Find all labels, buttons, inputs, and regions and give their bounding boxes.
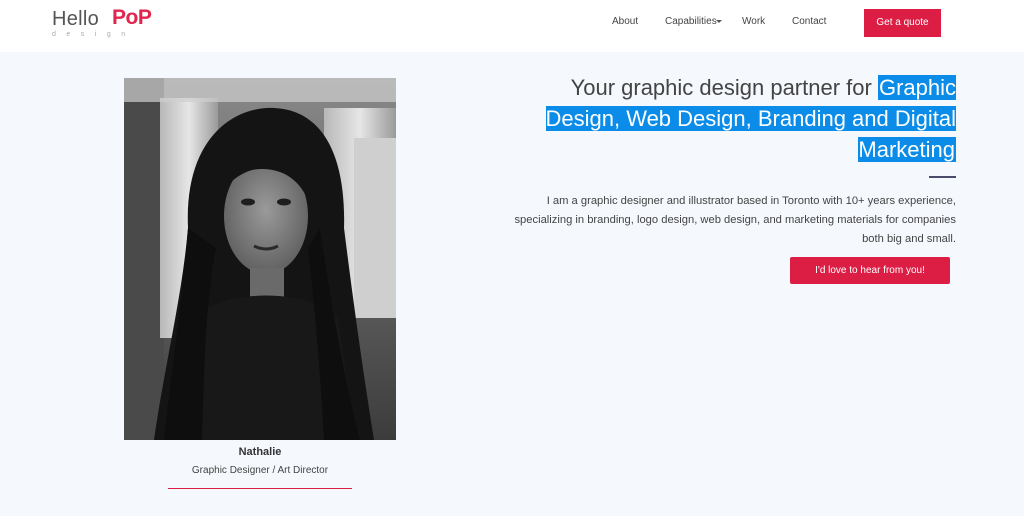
profile-title: Graphic Designer / Art Director [191, 465, 329, 476]
hero-headline: Your graphic design partner for Graphic … [490, 72, 956, 165]
logo-pop-text: PoP [112, 6, 152, 29]
site-header: Hello PoP design About Capabilities Work… [0, 0, 1024, 52]
contact-cta-button[interactable]: I'd love to hear from you! [790, 257, 950, 284]
nav-contact-link[interactable]: Contact [792, 16, 826, 27]
profile-name: Nathalie [238, 446, 282, 458]
hero-description: I am a graphic designer and illustrator … [514, 195, 956, 245]
nav-work-link[interactable]: Work [742, 16, 765, 27]
nav-capabilities-link[interactable]: Capabilities [665, 16, 717, 27]
chevron-down-icon[interactable] [716, 20, 722, 23]
hero-headline-plain: Your graphic design partner for [570, 75, 878, 100]
nav-about-link[interactable]: About [612, 16, 638, 27]
profile-photo [124, 78, 396, 440]
logo-hello-text: Hello [52, 8, 100, 30]
profile-divider [168, 488, 352, 489]
site-logo[interactable]: Hello PoP design [52, 6, 162, 42]
get-a-quote-button[interactable]: Get a quote [864, 9, 941, 37]
logo-design-text: design [52, 31, 136, 38]
headline-divider [929, 176, 956, 178]
